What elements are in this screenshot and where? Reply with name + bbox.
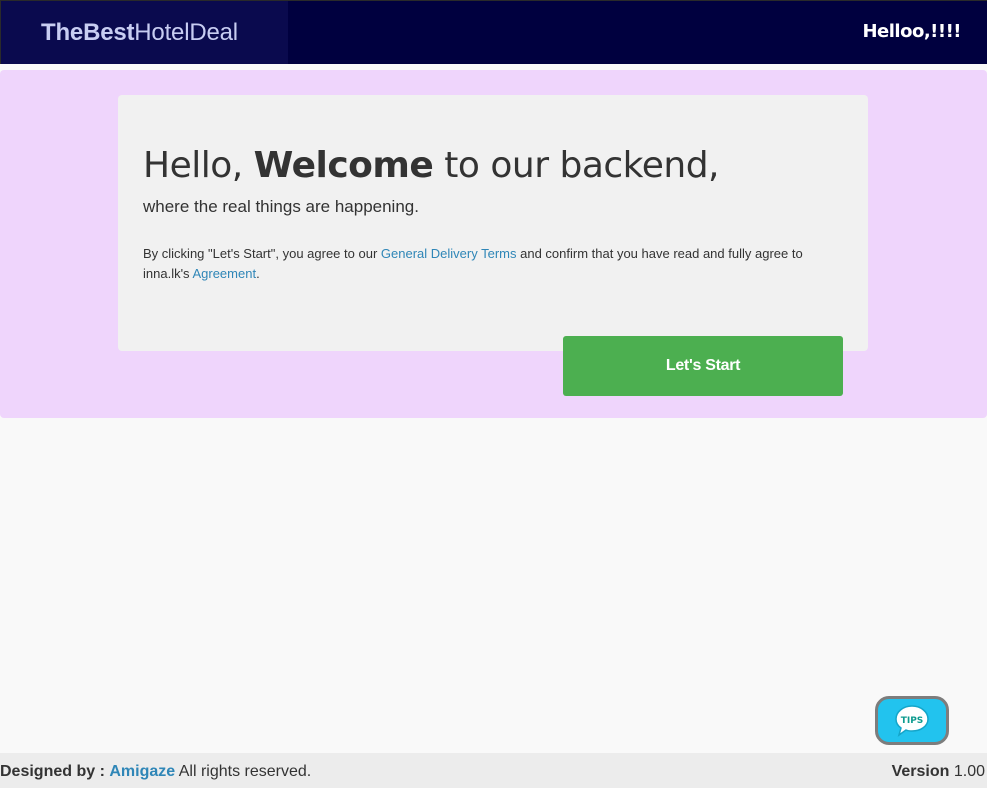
version-label: Version	[891, 763, 950, 780]
agreement-link[interactable]: Agreement	[192, 266, 256, 281]
tips-speech-bubble-icon: TIPS	[895, 704, 929, 737]
welcome-band: Hello, Welcome to our backend, where the…	[0, 70, 987, 418]
top-navbar: TheBest HotelDeal Helloo,!!!!	[0, 0, 987, 64]
headline-welcome: Welcome	[253, 145, 434, 186]
footer-version: Version 1.00	[892, 763, 985, 781]
brand-bold-text: TheBest	[41, 18, 135, 46]
terms-prefix: By clicking "Let's Start", you agree to …	[143, 246, 378, 261]
headline-hello: Hello,	[143, 145, 243, 186]
welcome-headline: Hello, Welcome to our backend,	[143, 142, 843, 190]
designed-by-label: Designed by :	[0, 763, 105, 780]
footer: Designed by : Amigaze All rights reserve…	[0, 753, 987, 788]
welcome-subline: where the real things are happening.	[143, 197, 419, 216]
headline-rest: to our backend,	[444, 145, 719, 186]
version-value: 1.00	[953, 763, 985, 780]
terms-suffix: .	[256, 266, 260, 281]
brand-logo[interactable]: TheBest HotelDeal	[1, 1, 288, 64]
welcome-card: Hello, Welcome to our backend, where the…	[118, 95, 868, 351]
rights-text: All rights reserved.	[178, 763, 312, 780]
footer-credits: Designed by : Amigaze All rights reserve…	[0, 763, 311, 781]
designer-link[interactable]: Amigaze	[109, 763, 175, 780]
lets-start-button[interactable]: Let's Start	[563, 336, 843, 396]
terms-text: By clicking "Let's Start", you agree to …	[143, 244, 823, 284]
user-greeting: Helloo,!!!!	[862, 21, 961, 42]
general-delivery-terms-link[interactable]: General Delivery Terms	[381, 246, 517, 261]
brand-light-text: HotelDeal	[134, 18, 238, 46]
tips-button[interactable]: TIPS	[875, 696, 949, 745]
tips-icon-label: TIPS	[901, 716, 924, 726]
